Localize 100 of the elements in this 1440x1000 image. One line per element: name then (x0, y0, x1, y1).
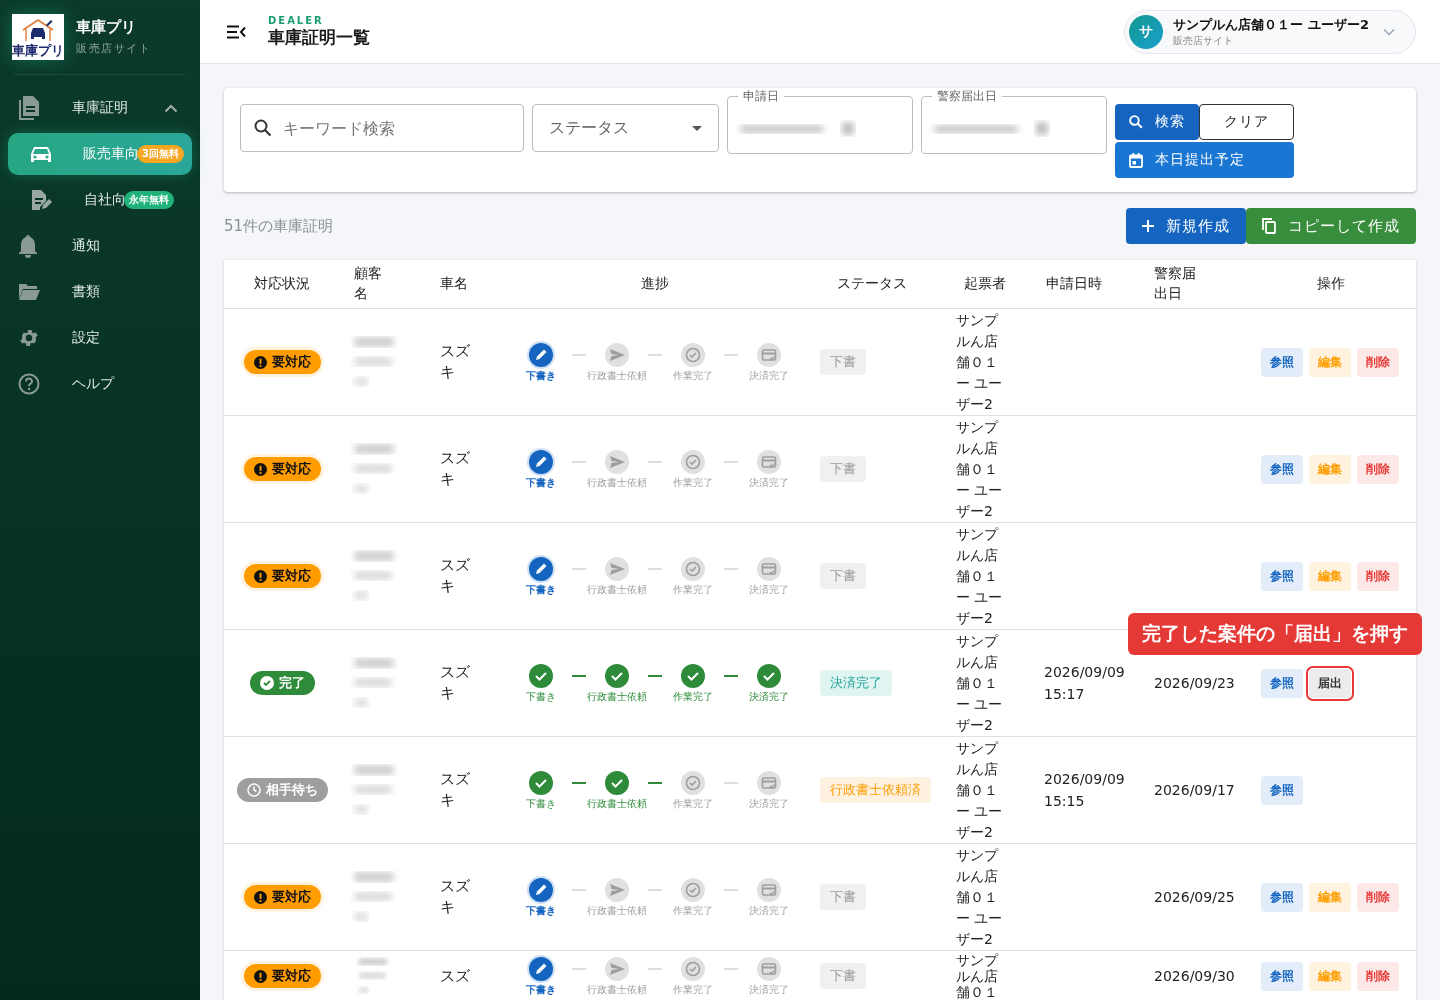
step-label: 行政書士依頼 (587, 797, 647, 811)
view-button[interactable]: 参照 (1261, 668, 1303, 698)
step-label: 作業完了 (673, 369, 713, 383)
bell-icon (18, 234, 38, 258)
check-circle-icon (259, 676, 274, 690)
step-label: 行政書士依頼 (587, 690, 647, 704)
check-circle-icon (681, 957, 705, 981)
response-badge: 要対応 (243, 457, 321, 481)
folder-icon (18, 283, 40, 301)
view-button[interactable]: 参照 (1261, 347, 1303, 377)
step-label: 決済完了 (749, 583, 789, 597)
menu-collapse-icon[interactable] (226, 24, 246, 39)
column-header: 対応状況 (253, 274, 311, 294)
date-field[interactable]: 申請日 (727, 88, 913, 154)
nav-subitem[interactable]: 自社向 永年無料 (8, 179, 192, 221)
check-circle-icon (681, 878, 705, 902)
step-connector (648, 354, 662, 356)
view-button[interactable]: 参照 (1261, 561, 1303, 591)
step-connector (648, 889, 662, 891)
step-label: 決済完了 (749, 983, 789, 997)
status-chip: 行政書士依頼済 (820, 777, 931, 803)
response-badge: 要対応 (243, 350, 321, 374)
response-badge: 要対応 (243, 885, 321, 909)
copy-create-button[interactable]: コピーして作成 (1246, 208, 1416, 244)
car-icon (30, 144, 52, 164)
view-button[interactable]: 参照 (1261, 961, 1303, 991)
delete-button[interactable]: 削除 (1357, 347, 1399, 377)
check-circle-icon (681, 664, 705, 688)
house-car-icon (20, 17, 56, 44)
step-label: 下書き (526, 369, 556, 383)
creator-name: サンプルん店舗０１ー ユーザー2 (956, 845, 1004, 949)
step-connector (572, 354, 586, 356)
clock-icon (246, 783, 261, 797)
step-connector (572, 889, 586, 891)
nav-item[interactable]: 車庫証明 (8, 85, 192, 131)
user-name: サンプルん店舗０１ー ユーザー2 (1173, 15, 1369, 34)
due-today-button[interactable]: 本日提出予定 (1115, 142, 1294, 178)
clear-button[interactable]: クリア (1199, 104, 1294, 140)
nav-item[interactable]: ヘルプ (8, 361, 192, 407)
step-label: 下書き (526, 476, 556, 490)
step-label: 行政書士依頼 (587, 983, 647, 997)
user-menu[interactable]: サ サンプルん店舗０１ー ユーザー2 販売店サイト (1124, 9, 1416, 54)
new-button[interactable]: 新規作成 (1126, 208, 1246, 244)
pencil-circle-icon (527, 876, 555, 904)
check-circle-icon (605, 664, 629, 688)
step-connector (572, 675, 586, 677)
pencil-circle-icon (527, 448, 555, 476)
response-badge: 相手待ち (236, 778, 328, 802)
step-connector (648, 782, 662, 784)
car-name: スズ (440, 965, 470, 987)
step-label: 作業完了 (673, 690, 713, 704)
delete-button[interactable]: 削除 (1357, 882, 1399, 912)
view-button[interactable]: 参照 (1261, 882, 1303, 912)
app-name: 車庫プリ (76, 18, 137, 37)
column-header: 進捗 (640, 274, 670, 294)
status-chip: 下書 (820, 963, 866, 989)
pencil-circle-icon (527, 341, 555, 369)
logo-text: 車庫プリ (12, 43, 64, 57)
step-connector (724, 968, 738, 970)
settings-icon (18, 327, 40, 349)
step-connector (648, 461, 662, 463)
check-circle-icon (681, 343, 705, 367)
police-date: 2026/09/25 (1154, 889, 1235, 905)
search-field[interactable]: キーワード検索 (240, 104, 524, 152)
delete-button[interactable]: 削除 (1357, 561, 1399, 591)
step-label: 下書き (526, 904, 556, 918)
card-circle-icon (757, 957, 781, 981)
search-button[interactable]: 検索 (1115, 104, 1199, 140)
help-icon (18, 373, 40, 395)
step-label: 決済完了 (749, 690, 789, 704)
send-circle-icon (605, 557, 629, 581)
nav-item[interactable]: 通知 (8, 223, 192, 269)
step-label: 行政書士依頼 (587, 583, 647, 597)
result-count: 51件の車庫証明 (224, 216, 334, 236)
pencil-circle-icon (527, 955, 555, 983)
police-date: 2026/09/17 (1154, 782, 1235, 798)
card-circle-icon (757, 557, 781, 581)
delete-button[interactable]: 削除 (1357, 961, 1399, 991)
view-button[interactable]: 参照 (1261, 454, 1303, 484)
avatar: サ (1129, 14, 1164, 49)
step-connector (648, 568, 662, 570)
step-connector (724, 889, 738, 891)
delete-button[interactable]: 削除 (1357, 454, 1399, 484)
step-label: 決済完了 (749, 797, 789, 811)
step-label: 決済完了 (749, 476, 789, 490)
step-label: 下書き (526, 797, 556, 811)
police-date: 2026/09/23 (1154, 675, 1235, 691)
nav-item[interactable]: 設定 (8, 315, 192, 361)
step-label: 下書き (526, 690, 556, 704)
view-button[interactable]: 参照 (1261, 775, 1303, 805)
step-label: 作業完了 (673, 583, 713, 597)
date-field[interactable]: 警察届出日 (921, 88, 1107, 154)
nav-subitem[interactable]: 販売車向 3回無料 (8, 133, 192, 175)
nav-item[interactable]: 書類 (8, 269, 192, 315)
status-select[interactable]: ステータス (532, 104, 719, 152)
submit-button[interactable]: 届出 (1309, 668, 1351, 698)
send-circle-icon (605, 343, 629, 367)
step-label: 作業完了 (673, 476, 713, 490)
app-subtitle: 販売店サイト (76, 41, 151, 56)
step-label: 決済完了 (749, 369, 789, 383)
